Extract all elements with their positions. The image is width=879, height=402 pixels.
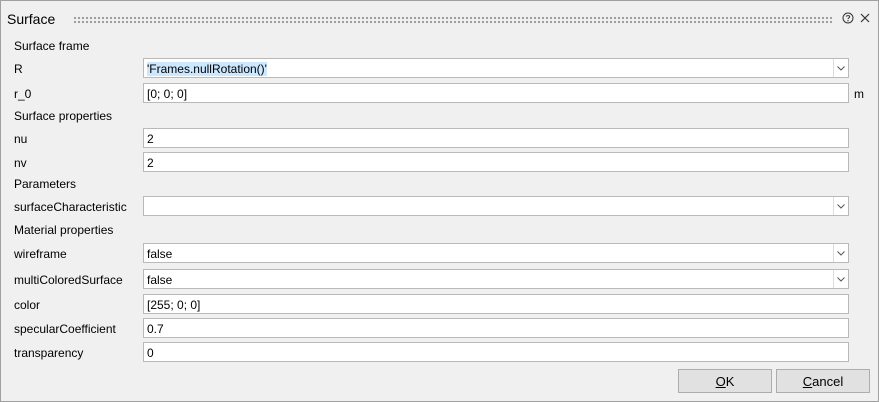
chevron-down-icon[interactable] bbox=[833, 197, 848, 215]
row-r0: r_0 [0; 0; 0] m bbox=[1, 83, 878, 107]
section-parameters: Parameters bbox=[14, 177, 77, 191]
row-wireframe: wireframe false bbox=[1, 243, 878, 267]
surface-dialog: Surface Surface frame R 'Frames.nullRota… bbox=[0, 0, 879, 402]
drag-grip[interactable] bbox=[73, 16, 833, 24]
label-surfaceCharacteristic: surfaceCharacteristic bbox=[14, 200, 127, 214]
row-R: R 'Frames.nullRotation()' bbox=[1, 58, 878, 82]
row-nv: nv 2 bbox=[1, 152, 878, 176]
r0-input[interactable]: [0; 0; 0] bbox=[143, 83, 849, 103]
label-multiColoredSurface: multiColoredSurface bbox=[14, 273, 123, 287]
R-value: 'Frames.nullRotation()' bbox=[147, 62, 267, 76]
label-r0: r_0 bbox=[14, 87, 32, 101]
R-combobox[interactable]: 'Frames.nullRotation()' bbox=[143, 58, 849, 78]
ok-button[interactable]: OK bbox=[678, 369, 772, 393]
cancel-button-label: Cancel bbox=[802, 373, 844, 389]
label-nv: nv bbox=[14, 156, 27, 170]
wireframe-value: false bbox=[147, 247, 173, 261]
multiColoredSurface-value: false bbox=[147, 273, 173, 287]
cancel-button[interactable]: Cancel bbox=[776, 369, 870, 393]
row-nu: nu 2 bbox=[1, 128, 878, 152]
section-material-properties: Material properties bbox=[14, 223, 114, 237]
chevron-down-icon[interactable] bbox=[833, 59, 848, 77]
label-color: color bbox=[14, 298, 41, 312]
nv-input[interactable]: 2 bbox=[143, 152, 849, 172]
help-icon[interactable] bbox=[841, 11, 855, 25]
r0-value: [0; 0; 0] bbox=[147, 87, 188, 101]
row-specularCoefficient: specularCoefficient 0.7 bbox=[1, 318, 878, 342]
dialog-title: Surface bbox=[7, 11, 56, 27]
label-wireframe: wireframe bbox=[14, 247, 67, 261]
color-input[interactable]: [255; 0; 0] bbox=[143, 294, 849, 314]
specularCoefficient-input[interactable]: 0.7 bbox=[143, 318, 849, 338]
label-R: R bbox=[14, 62, 23, 76]
chevron-down-icon[interactable] bbox=[833, 270, 848, 288]
section-surface-frame: Surface frame bbox=[14, 39, 90, 53]
nu-value: 2 bbox=[147, 132, 154, 146]
specularCoefficient-value: 0.7 bbox=[147, 322, 164, 336]
row-multiColoredSurface: multiColoredSurface false bbox=[1, 269, 878, 293]
label-specularCoefficient: specularCoefficient bbox=[14, 322, 116, 336]
wireframe-combobox[interactable]: false bbox=[143, 243, 849, 263]
label-nu: nu bbox=[14, 132, 28, 146]
color-value: [255; 0; 0] bbox=[147, 298, 201, 312]
ok-button-label: OK bbox=[715, 373, 735, 389]
r0-unit: m bbox=[854, 87, 864, 101]
nv-value: 2 bbox=[147, 156, 154, 170]
surfaceCharacteristic-combobox[interactable] bbox=[143, 196, 849, 216]
close-icon[interactable] bbox=[858, 11, 872, 25]
transparency-value: 0 bbox=[147, 346, 154, 360]
label-transparency: transparency bbox=[14, 346, 84, 360]
title-bar[interactable]: Surface bbox=[1, 1, 878, 37]
multiColoredSurface-combobox[interactable]: false bbox=[143, 269, 849, 289]
section-surface-properties: Surface properties bbox=[14, 109, 113, 123]
row-surfaceCharacteristic: surfaceCharacteristic bbox=[1, 196, 878, 220]
row-color: color [255; 0; 0] bbox=[1, 294, 878, 318]
transparency-input[interactable]: 0 bbox=[143, 342, 849, 362]
chevron-down-icon[interactable] bbox=[833, 244, 848, 262]
row-transparency: transparency 0 bbox=[1, 342, 878, 366]
nu-input[interactable]: 2 bbox=[143, 128, 849, 148]
